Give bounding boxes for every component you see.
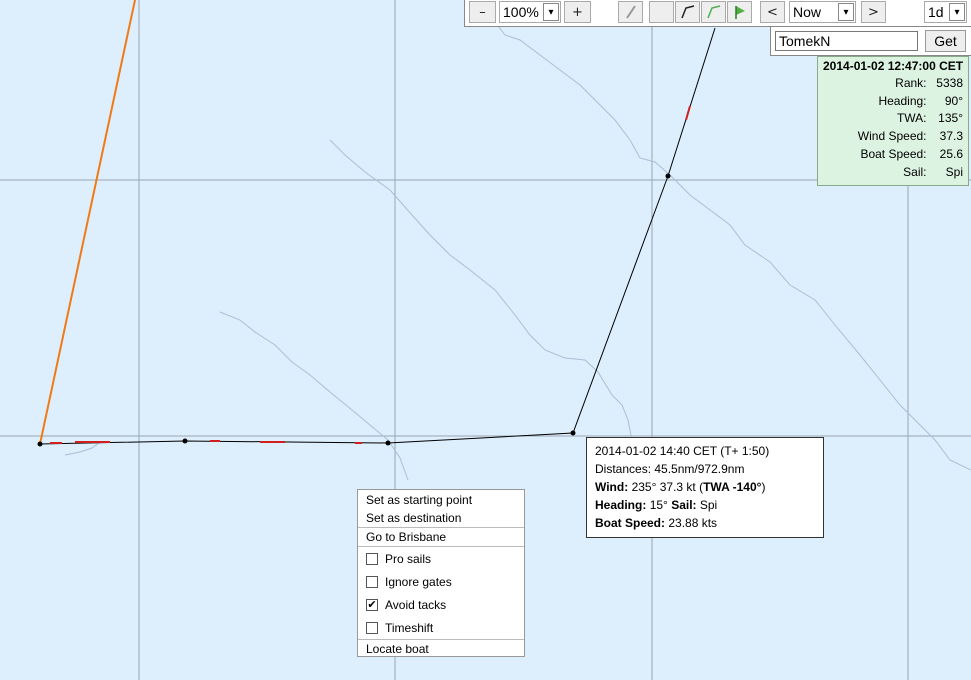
blank-tool-button[interactable]	[649, 1, 674, 23]
flag-icon	[734, 6, 745, 19]
checkbox-pro-sails[interactable]	[366, 552, 378, 565]
route-icon	[680, 5, 694, 19]
menu-item-locate-boat[interactable]: Locate boat	[358, 639, 524, 658]
tooltip-boat-speed: Boat Speed: 23.88 kts	[595, 516, 718, 530]
tooltip-wind: Wind: 235° 37.3 kt (TWA -140°)	[595, 480, 766, 494]
time-select-value: Now	[793, 4, 822, 20]
chevron-down-icon: ▾	[543, 3, 559, 21]
zoom-select-value: 100%	[503, 4, 539, 20]
route-point	[570, 430, 576, 436]
ruler-icon	[625, 5, 636, 19]
zoom-select[interactable]: 100% ▾	[499, 1, 561, 23]
menu-check-ignore-gates[interactable]: Ignore gates	[358, 570, 524, 593]
range-select[interactable]: 1d ▾	[924, 1, 967, 23]
route-point	[182, 438, 188, 444]
menu-check-pro-sails[interactable]: Pro sails	[358, 547, 524, 570]
info-row-rank: Rank: 5338	[895, 75, 963, 90]
context-menu: Set as starting point Set as destination…	[357, 489, 525, 657]
menu-item-set-start[interactable]: Set as starting point	[358, 491, 524, 509]
menu-check-timeshift[interactable]: Timeshift	[358, 616, 524, 639]
checkbox-timeshift[interactable]	[366, 621, 378, 634]
ruler-tool-button[interactable]	[618, 1, 643, 23]
route-green-tool-button[interactable]	[701, 1, 726, 23]
info-row-boat-speed: Boat Speed: 25.6	[860, 147, 963, 162]
map-toolbar: – 100% ▾ + < Now ▾ > 1d ▾	[464, 0, 971, 27]
flag-tool-button[interactable]	[727, 1, 752, 23]
chevron-down-icon: ▾	[838, 3, 854, 21]
zoom-in-button[interactable]: +	[564, 1, 591, 23]
route-point	[385, 440, 391, 446]
zoom-out-button[interactable]: –	[469, 1, 496, 23]
boat-info-timestamp: 2014-01-02 12:47:00 CET	[823, 59, 964, 73]
boat-info-panel: 2014-01-02 12:47:00 CET Rank: 5338 Headin…	[817, 56, 969, 186]
info-row-sail: Sail: Spi	[903, 164, 963, 179]
checkbox-avoid-tacks[interactable]: ✔	[366, 597, 378, 611]
tooltip-time: 2014-01-02 14:40 CET (T+ 1:50)	[595, 444, 770, 458]
route-tool-button[interactable]	[675, 1, 700, 23]
tooltip-distances: Distances: 45.5nm/972.9nm	[595, 462, 745, 476]
menu-item-set-destination[interactable]: Set as destination	[358, 509, 524, 527]
info-row-wind-speed: Wind Speed: 37.3	[857, 129, 963, 144]
prev-time-button[interactable]: <	[760, 1, 785, 23]
route-point-tooltip: 2014-01-02 14:40 CET (T+ 1:50) Distances…	[586, 437, 824, 538]
boat-lookup-panel: Get	[770, 27, 971, 56]
next-time-button[interactable]: >	[861, 1, 886, 23]
menu-item-go-to[interactable]: Go to Brisbane	[358, 527, 524, 546]
menu-check-avoid-tacks[interactable]: ✔ Avoid tacks	[358, 593, 524, 616]
check-icon: ✔	[367, 597, 377, 611]
route-green-icon	[706, 5, 720, 19]
boat-name-input[interactable]	[775, 31, 918, 51]
chevron-down-icon: ▾	[949, 3, 965, 21]
checkbox-ignore-gates[interactable]	[366, 575, 378, 588]
time-select[interactable]: Now ▾	[789, 1, 856, 23]
get-button[interactable]: Get	[925, 30, 966, 52]
info-row-twa: TWA: 135°	[896, 111, 963, 126]
range-select-value: 1d	[928, 4, 944, 20]
route-point	[37, 441, 43, 447]
info-row-heading: Heading: 90°	[878, 93, 963, 108]
tooltip-heading-sail: Heading: 15° Sail: Spi	[595, 498, 718, 512]
route-point	[665, 173, 671, 179]
